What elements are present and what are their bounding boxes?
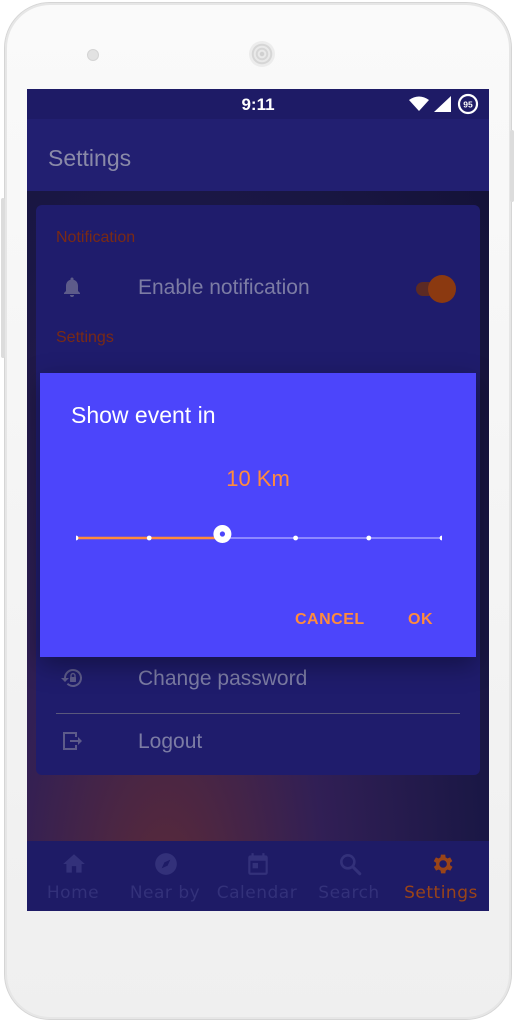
- slider-tick: [366, 535, 372, 541]
- page-title: Settings: [48, 145, 132, 171]
- nav-label-search: Search: [318, 883, 380, 903]
- ok-button[interactable]: OK: [408, 611, 433, 629]
- section-settings: Settings: [56, 329, 114, 346]
- status-bar: 9:11 95: [27, 89, 489, 119]
- nav-settings[interactable]: Settings: [395, 841, 487, 911]
- bell-icon: [64, 277, 80, 297]
- toggle-thumb: [428, 275, 456, 303]
- distance-dialog: Show event in 10 Km CANCEL OK: [40, 373, 476, 657]
- cancel-button[interactable]: CANCEL: [295, 611, 365, 629]
- logout-icon: [63, 732, 82, 750]
- compass-icon: [155, 853, 177, 875]
- battery-level: 95: [463, 100, 473, 110]
- lock-reset-icon: [61, 668, 83, 687]
- side-button: [510, 130, 514, 202]
- distance-slider[interactable]: [76, 523, 442, 553]
- divider: [56, 713, 460, 714]
- slider-tick: [293, 535, 298, 541]
- dialog-value: 10 Km: [226, 466, 290, 491]
- app-bar: Settings: [27, 119, 489, 191]
- nav-near-by[interactable]: Near by: [119, 841, 211, 911]
- nav-home[interactable]: Home: [27, 841, 119, 911]
- front-camera: [87, 49, 99, 61]
- nav-label-settings: Settings: [404, 883, 478, 903]
- nav-calendar[interactable]: Calendar: [211, 841, 303, 911]
- slider-tick: [146, 535, 152, 541]
- dialog-title: Show event in: [71, 402, 216, 428]
- nav-label-calendar: Calendar: [216, 883, 298, 903]
- section-notification: Notification: [56, 229, 136, 246]
- enable-notification-label: Enable notification: [138, 276, 310, 299]
- search-icon: [340, 854, 362, 876]
- battery-icon: 95: [457, 93, 479, 115]
- earpiece-speaker: [249, 41, 275, 67]
- slider-tick: [76, 535, 79, 541]
- gear-icon: [433, 854, 453, 874]
- home-icon: [63, 854, 85, 873]
- logout-label: Logout: [138, 730, 203, 753]
- bottom-navigation: Home Near by Calendar Search Settings: [27, 841, 489, 911]
- wifi-icon: [409, 96, 429, 111]
- signal-icon: [434, 96, 451, 112]
- nav-label-near-by: Near by: [129, 883, 201, 903]
- calendar-icon: [248, 853, 268, 875]
- app-screen: 9:11 95 Settings Notification Enable not…: [27, 89, 489, 911]
- nav-search[interactable]: Search: [303, 841, 395, 911]
- nav-label-home: Home: [46, 883, 100, 903]
- side-button: [1, 198, 5, 358]
- change-password-label: Change password: [138, 667, 308, 690]
- slider-tick: [439, 535, 442, 541]
- slider-thumb[interactable]: [213, 525, 232, 545]
